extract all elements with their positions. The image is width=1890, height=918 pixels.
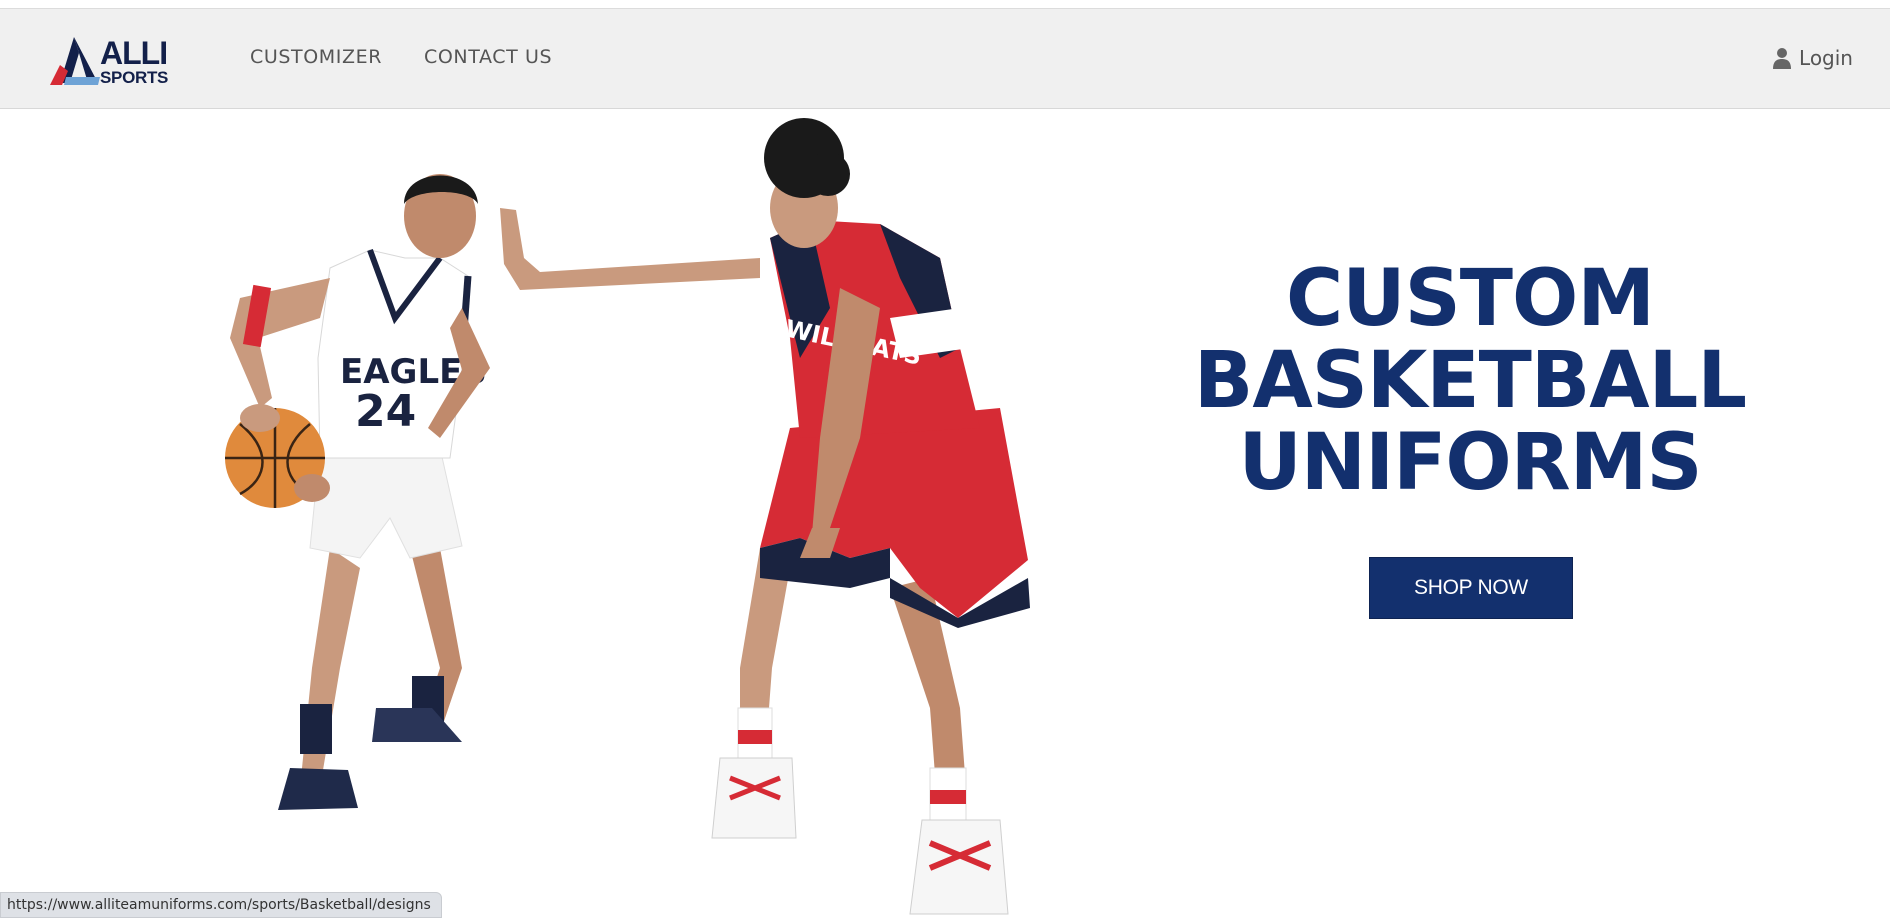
headline-line-1: CUSTOM (1286, 254, 1655, 344)
shop-now-button[interactable]: SHOP NOW (1369, 557, 1573, 619)
headline-line-2: BASKETBALL (1193, 336, 1747, 426)
login-link[interactable]: Login (1773, 46, 1853, 70)
hero-players-image: EAGLES 24 (225, 118, 1030, 915)
hero-headline: CUSTOM BASKETBALL UNIFORMS (1160, 258, 1780, 504)
alli-sports-logo[interactable]: ALLI SPORTS (48, 35, 168, 89)
nav-link-customizer[interactable]: CUSTOMIZER (250, 46, 382, 68)
left-player: EAGLES 24 (225, 174, 490, 810)
jersey-number-text: 24 (355, 386, 416, 437)
user-icon (1773, 48, 1792, 69)
nav-link-contact-us[interactable]: CONTACT US (424, 46, 552, 68)
logo-text-sports: SPORTS (100, 68, 169, 87)
headline-line-3: UNIFORMS (1238, 418, 1702, 508)
status-bar-url: https://www.alliteamuniforms.com/sports/… (0, 892, 442, 918)
right-player: WILDCATS (500, 118, 1030, 915)
navbar: ALLI SPORTS CUSTOMIZER CONTACT US Login (0, 8, 1890, 109)
top-edge (0, 0, 1890, 8)
logo-text-alli: ALLI (100, 35, 168, 71)
login-label: Login (1799, 46, 1853, 70)
logo-mark-icon (50, 37, 100, 85)
